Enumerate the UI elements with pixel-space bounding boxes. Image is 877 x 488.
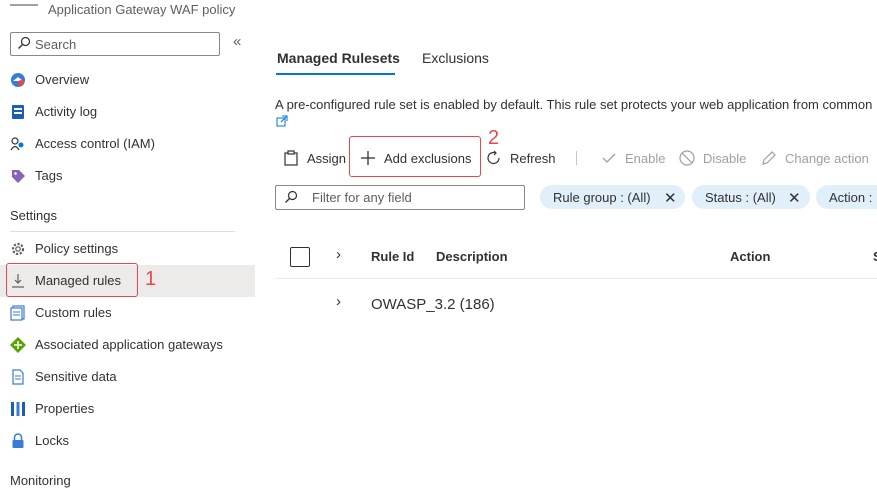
filter-pill-label: Status : (All) xyxy=(705,190,776,205)
header-divider xyxy=(10,4,38,6)
tab-exclusions[interactable]: Exclusions xyxy=(422,50,489,66)
sidebar-item-label: Associated application gateways xyxy=(35,337,223,352)
sidebar-item-associated-gateways[interactable]: Associated application gateways xyxy=(0,329,255,361)
select-all-checkbox[interactable] xyxy=(290,247,310,267)
refresh-label: Refresh xyxy=(510,151,556,166)
column-header-description[interactable]: Description xyxy=(436,249,508,264)
table-row-group[interactable]: OWASP_3.2 (186) xyxy=(371,296,495,313)
assign-button[interactable]: Assign xyxy=(283,146,347,172)
lock-icon xyxy=(12,433,24,448)
column-header-action[interactable]: Action xyxy=(730,249,770,264)
clipboard-icon xyxy=(284,150,298,166)
filter-pill-action[interactable]: Action : xyxy=(816,185,877,209)
enable-label: Enable xyxy=(625,151,666,166)
annotation-number-2: 2 xyxy=(488,127,500,149)
sidebar-item-properties[interactable]: Properties xyxy=(0,393,255,425)
refresh-icon xyxy=(487,150,500,165)
expand-chevron-icon[interactable]: › xyxy=(336,293,341,310)
checkmark-icon xyxy=(602,153,616,163)
filter-pill-status[interactable]: Status : (All) ✕ xyxy=(692,185,810,209)
sidebar-item-sensitive-data[interactable]: Sensitive data xyxy=(0,361,255,393)
activity-log-icon xyxy=(12,105,24,119)
enable-button[interactable]: Enable xyxy=(601,146,667,172)
sidebar-item-label: Sensitive data xyxy=(35,369,117,384)
people-icon xyxy=(10,137,24,151)
section-divider xyxy=(10,231,235,232)
edit-icon xyxy=(762,151,776,165)
disable-label: Disable xyxy=(703,151,747,166)
filter-input[interactable]: Filter for any field xyxy=(275,185,525,210)
filter-placeholder: Filter for any field xyxy=(312,190,412,205)
sidebar-item-label: Access control (IAM) xyxy=(35,136,155,151)
filter-pill-label: Action : xyxy=(829,190,873,205)
sidebar-item-label: Tags xyxy=(35,168,63,183)
sidebar-item-locks[interactable]: Locks xyxy=(0,425,255,457)
gear-icon xyxy=(11,242,25,256)
active-tab-indicator xyxy=(276,73,395,75)
tag-icon xyxy=(12,170,25,183)
column-header-rule-id[interactable]: Rule Id xyxy=(371,249,414,264)
gateway-icon xyxy=(10,337,26,353)
annotation-box-2 xyxy=(349,136,481,177)
page-subtitle: Application Gateway WAF policy xyxy=(48,2,236,17)
sidebar-item-label: Policy settings xyxy=(35,241,119,256)
annotation-number-1: 1 xyxy=(145,268,157,290)
ruleset-description: A pre-configured rule set is enabled by … xyxy=(275,97,873,112)
document-list-icon xyxy=(10,305,25,321)
search-placeholder: Search xyxy=(35,37,77,52)
close-icon[interactable]: ✕ xyxy=(664,189,677,207)
sidebar-item-tags[interactable]: Tags xyxy=(0,160,255,192)
monitoring-section-header: Monitoring xyxy=(10,473,71,488)
overview-icon xyxy=(11,73,25,87)
search-input[interactable]: Search xyxy=(10,32,220,56)
sidebar-item-label: Properties xyxy=(35,401,95,416)
external-link-icon[interactable] xyxy=(276,115,288,127)
sidebar-item-activity-log[interactable]: Activity log xyxy=(0,96,255,128)
search-icon xyxy=(285,190,298,203)
settings-section-header: Settings xyxy=(10,208,57,223)
sidebar-item-label: Custom rules xyxy=(35,305,112,320)
disable-button[interactable]: Disable xyxy=(679,146,749,172)
chevron-right-icon[interactable]: › xyxy=(336,246,341,263)
close-icon[interactable]: ✕ xyxy=(788,189,801,207)
sidebar-item-custom-rules[interactable]: Custom rules xyxy=(0,297,255,329)
properties-icon xyxy=(11,402,25,416)
block-icon xyxy=(679,150,695,166)
filter-pill-rule-group[interactable]: Rule group : (All) ✕ xyxy=(540,185,685,209)
sidebar-item-overview[interactable]: Overview xyxy=(0,64,255,96)
document-icon xyxy=(12,369,24,385)
collapse-sidebar-icon[interactable]: « xyxy=(233,33,241,50)
sidebar-item-label: Activity log xyxy=(35,104,98,119)
sidebar-item-label: Overview xyxy=(35,72,90,87)
change-action-button[interactable]: Change action xyxy=(761,146,877,172)
header-divider xyxy=(275,278,877,279)
sidebar-item-label: Locks xyxy=(35,433,69,448)
filter-pill-label: Rule group : (All) xyxy=(553,190,651,205)
sidebar-item-access-control[interactable]: Access control (IAM) xyxy=(0,128,255,160)
change-action-label: Change action xyxy=(785,151,869,166)
column-header-state[interactable]: S xyxy=(873,249,877,264)
tab-managed-rulesets[interactable]: Managed Rulesets xyxy=(277,50,400,66)
search-icon xyxy=(18,36,31,49)
sidebar-item-policy-settings[interactable]: Policy settings xyxy=(0,233,255,265)
toolbar-separator xyxy=(576,151,577,165)
assign-label: Assign xyxy=(307,151,347,166)
annotation-box-1 xyxy=(6,263,138,297)
